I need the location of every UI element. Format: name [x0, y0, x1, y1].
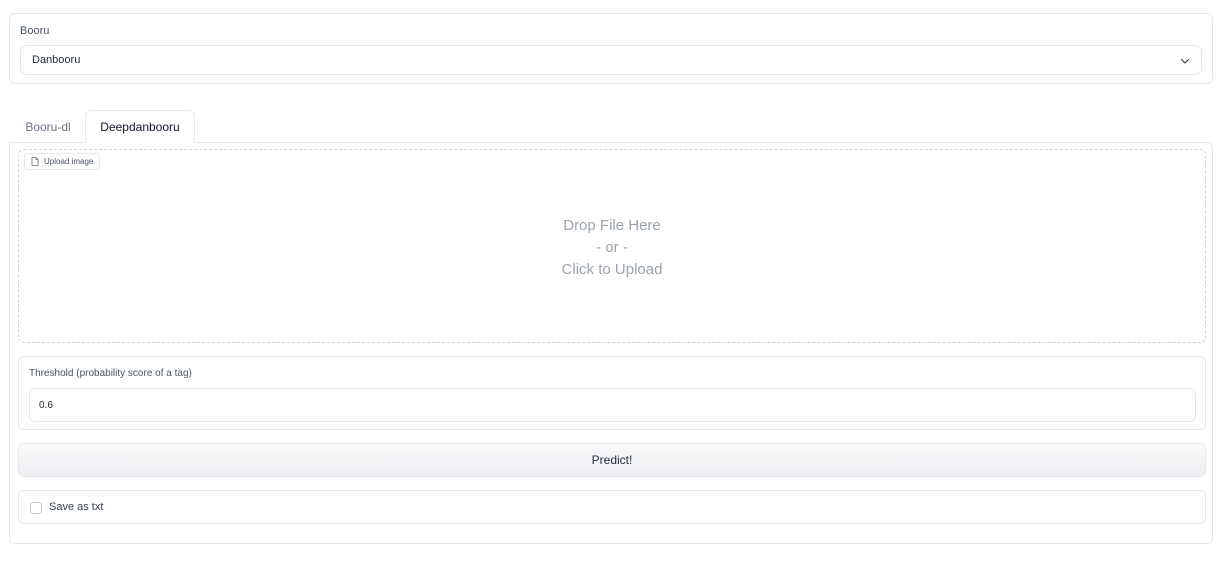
- save-as-txt-block: Save as txt: [18, 490, 1206, 524]
- threshold-label: Threshold (probability score of a tag): [29, 368, 192, 379]
- or-text: - or -: [596, 239, 628, 256]
- threshold-block: Threshold (probability score of a tag): [18, 356, 1206, 430]
- chevron-down-icon: [1180, 58, 1190, 64]
- save-as-txt-checkbox[interactable]: [30, 502, 42, 514]
- upload-image-label-text: Upload image: [44, 157, 94, 166]
- booru-label: Booru: [20, 25, 50, 37]
- click-to-upload-text: Click to Upload: [561, 261, 663, 278]
- upload-instructions: Drop File Here - or - Click to Upload: [19, 215, 1205, 281]
- tab-panel-deepdanbooru: Upload image Drop File Here - or - Click…: [9, 142, 1213, 544]
- threshold-input[interactable]: [29, 388, 1196, 422]
- save-as-txt-label[interactable]: Save as txt: [49, 501, 103, 513]
- predict-button[interactable]: Predict!: [18, 443, 1206, 477]
- booru-block: Booru Danbooru: [9, 13, 1213, 84]
- tab-booru-dl[interactable]: Booru-dl: [12, 110, 84, 143]
- image-upload-dropzone[interactable]: Upload image Drop File Here - or - Click…: [18, 149, 1206, 343]
- file-icon: [31, 157, 39, 166]
- tab-deepdanbooru[interactable]: Deepdanbooru: [85, 110, 195, 143]
- drop-file-text: Drop File Here: [563, 217, 661, 234]
- booru-dropdown[interactable]: Danbooru: [20, 45, 1202, 75]
- upload-image-label: Upload image: [24, 153, 101, 170]
- booru-selected-value: Danbooru: [32, 54, 81, 66]
